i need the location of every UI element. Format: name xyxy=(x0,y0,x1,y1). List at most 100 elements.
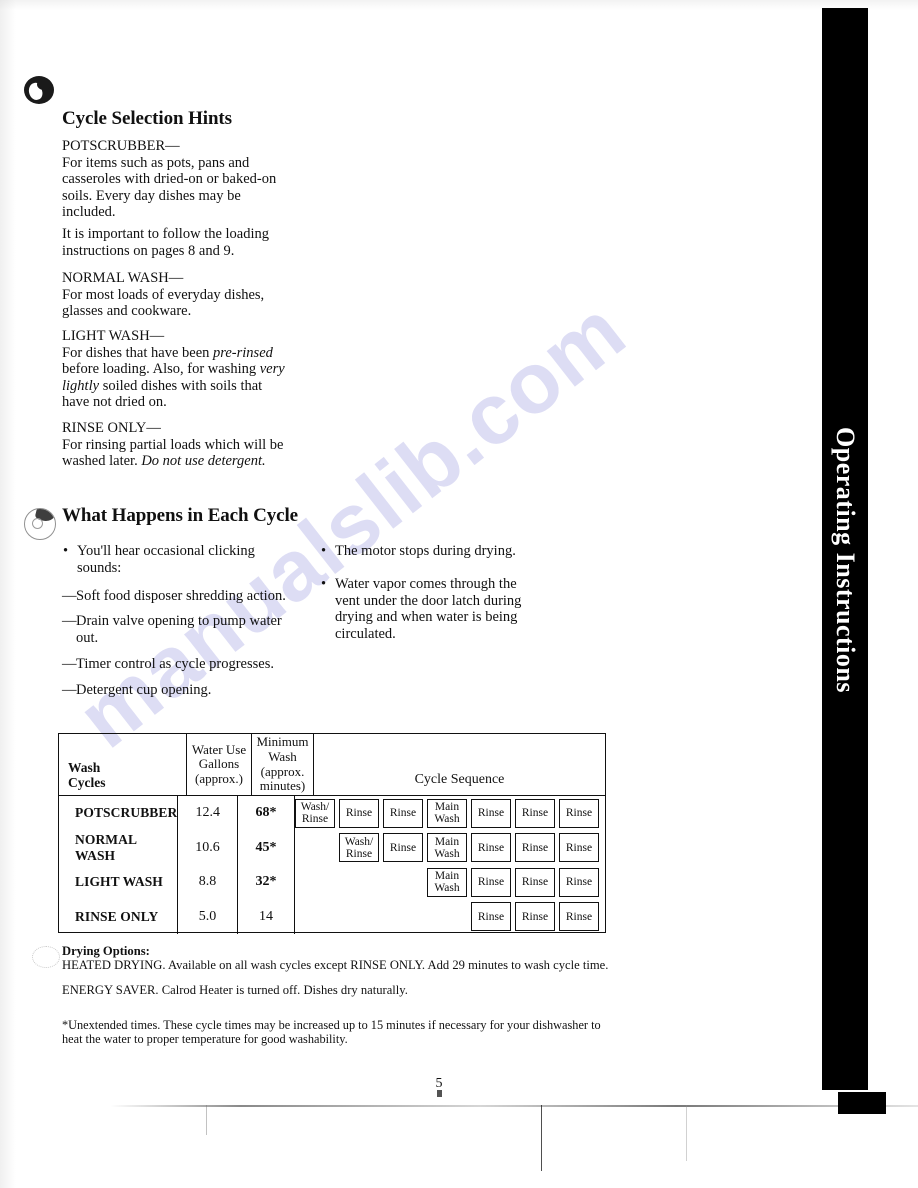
cell-cycle-name: NORMAL WASH xyxy=(75,831,137,863)
sequence-step-box: Rinse xyxy=(515,902,555,932)
sequence-step-box: Main Wash xyxy=(427,833,467,863)
dash-text: Drain valve opening to pump water out. xyxy=(76,613,282,647)
rinse-only-body: For rinsing partial loads which will be … xyxy=(62,437,284,470)
cell-minimum-minutes: 68* xyxy=(237,796,294,831)
loading-instructions-note: It is important to follow the loading in… xyxy=(62,226,290,259)
dish-badge-icon xyxy=(24,76,54,104)
bullet-icon: • xyxy=(321,543,327,559)
light-wash-term: LIGHT WASH— xyxy=(62,328,165,344)
each-cycle-left-column: • You'll hear occasional clicking sounds… xyxy=(62,543,294,708)
dash-icon: — xyxy=(62,655,77,672)
cell-cycle-sequence: Wash/Rinse Rinse Rinse Main Wash Rinse Rinse Ri… xyxy=(294,796,605,831)
section-heading-each-cycle: What Happens in Each Cycle xyxy=(62,505,298,526)
water-vapor-text: Water vapor comes through the vent under… xyxy=(335,575,522,643)
clicking-sounds-text: You'll hear occasional clicking sounds: xyxy=(77,543,255,576)
table-row: LIGHT WASH 8.8 32* Main Wash Rinse Rinse Rinse xyxy=(59,865,605,900)
asterisk-footnote-text: *Unextended times. These cycle times may… xyxy=(62,1018,601,1046)
energy-saver-paragraph: ENERGY SAVER. Calrod Heater is turned of… xyxy=(62,983,622,997)
each-cycle-section: What Happens in Each Cycle xyxy=(62,505,382,527)
light-wash-hint: LIGHT WASH— For dishes that have been pr… xyxy=(62,328,290,411)
header-line: Wash xyxy=(268,748,297,764)
rinse-only-term: RINSE ONLY— xyxy=(62,420,161,436)
sequence-step-box: Rinse xyxy=(339,798,379,828)
sequence-spacer xyxy=(383,868,423,897)
asterisk-footnote: *Unextended times. These cycle times may… xyxy=(62,1018,610,1046)
scan-artifact-mark xyxy=(686,1105,687,1161)
dash-icon: — xyxy=(62,613,77,630)
table-body: POTSCRUBBER 12.4 68* Wash/Rinse Rinse Rinse Ma… xyxy=(59,796,605,934)
sequence-spacer xyxy=(295,868,335,897)
wash-cycle-table: Wash Cycles Water Use Gallons (approx.) … xyxy=(58,733,606,934)
sequence-track: Wash/Rinse Rinse Rinse Main Wash Rinse Rinse Ri… xyxy=(295,798,599,828)
table-row: RINSE ONLY 5.0 14 Rinse Rinse Rinse xyxy=(59,899,605,934)
drying-note-icon xyxy=(32,946,60,968)
sequence-step-box: Rinse xyxy=(515,798,555,828)
drying-options-heading: Drying Options: xyxy=(62,944,150,958)
manual-page: manualslib.com Operating Instructions Cy… xyxy=(0,0,918,1188)
scan-edge-shadow xyxy=(0,0,16,1188)
scan-top-shadow xyxy=(0,0,918,10)
sequence-step-box: Rinse xyxy=(559,867,599,897)
cell-cycle-sequence: Rinse Rinse Rinse xyxy=(294,899,605,934)
sequence-step-box: Rinse xyxy=(383,798,423,828)
header-minimum-wash: Minimum Wash (approx. minutes) xyxy=(251,734,313,795)
heated-drying-text: HEATED DRYING. Available on all wash cyc… xyxy=(62,958,609,973)
sequence-step-box: Rinse xyxy=(471,833,511,863)
cell-minimum-minutes: 14 xyxy=(236,899,294,934)
each-cycle-right-column: • The motor stops during drying. • Water… xyxy=(320,543,532,654)
header-line: Cycles xyxy=(68,775,106,790)
page-number: 5 xyxy=(435,1076,443,1091)
cell-cycle-name: RINSE ONLY xyxy=(75,908,159,924)
cell-cycle-name: LIGHT WASH xyxy=(75,874,163,890)
section-heading-cycle-hints: Cycle Selection Hints xyxy=(62,108,232,129)
sequence-step-box: Rinse xyxy=(559,902,599,932)
sequence-step-box: Main Wash xyxy=(427,798,467,828)
sequence-step-box: Rinse xyxy=(471,902,511,932)
table-header-row: Wash Cycles Water Use Gallons (approx.) … xyxy=(59,734,605,796)
sequence-spacer xyxy=(295,833,335,862)
sequence-step-box: Rinse xyxy=(515,833,555,863)
header-line: Gallons xyxy=(198,756,240,772)
motor-stops-text: The motor stops during drying. xyxy=(335,543,516,559)
plain-text: before loading. Also, for washing xyxy=(62,361,260,378)
header-wash-cycles: Wash Cycles xyxy=(59,734,186,795)
list-item: — Detergent cup opening. xyxy=(62,682,294,699)
rinse-only-hint: RINSE ONLY— For rinsing partial loads wh… xyxy=(62,420,290,470)
sequence-track: Rinse Rinse Rinse xyxy=(295,902,599,932)
sequence-step-box: Rinse xyxy=(383,833,423,863)
sequence-spacer xyxy=(383,902,423,931)
motor-stops-bullet: • The motor stops during drying. xyxy=(320,543,532,560)
plain-text: For dishes that have been xyxy=(62,344,214,361)
sequence-track: Main Wash Rinse Rinse Rinse xyxy=(295,867,599,897)
sequence-spacer xyxy=(295,902,335,931)
sequence-spacer xyxy=(339,902,379,931)
dash-icon: — xyxy=(62,587,77,604)
sequence-step-box: Rinse xyxy=(559,833,599,863)
light-wash-body: For dishes that have been pre-rinsed bef… xyxy=(62,345,285,411)
cycle-dial-icon xyxy=(24,508,56,540)
sequence-step-box: Rinse xyxy=(559,798,599,828)
table-row: POTSCRUBBER 12.4 68* Wash/Rinse Rinse Rinse Ma… xyxy=(59,796,605,831)
sequence-track: Wash/Rinse Rinse Main Wash Rinse Rinse Rinse xyxy=(295,833,599,863)
sequence-spacer xyxy=(339,868,379,897)
emphasis-text: Do not use detergent. xyxy=(141,453,266,470)
dash-text: Soft food disposer shredding action. xyxy=(76,587,286,604)
sequence-step-box: Wash/Rinse xyxy=(339,833,379,863)
cell-cycle-sequence: Wash/Rinse Rinse Main Wash Rinse Rinse Rinse xyxy=(294,830,605,865)
list-item: — Timer control as cycle progresses. xyxy=(62,656,294,673)
energy-saver-text: ENERGY SAVER. Calrod Heater is turned of… xyxy=(62,982,408,997)
cell-cycle-name: POTSCRUBBER xyxy=(75,805,178,821)
header-cycle-sequence: Cycle Sequence xyxy=(313,734,605,795)
scan-artifact-mark xyxy=(206,1105,207,1135)
bullet-icon: • xyxy=(63,543,69,559)
normal-wash-term: NORMAL WASH— xyxy=(62,270,184,286)
header-line: Water Use xyxy=(191,741,247,757)
loading-instructions-text: It is important to follow the loading in… xyxy=(62,226,270,259)
list-item: — Drain valve opening to pump water out. xyxy=(62,613,294,647)
potscrubber-body: For items such as pots, pans and cassero… xyxy=(62,154,277,221)
sequence-step-box: Rinse xyxy=(515,867,555,897)
sequence-spacer xyxy=(427,902,467,931)
cell-water-gallons: 5.0 xyxy=(177,899,237,934)
header-line: Minimum xyxy=(256,734,309,750)
dash-text: Detergent cup opening. xyxy=(76,681,212,698)
